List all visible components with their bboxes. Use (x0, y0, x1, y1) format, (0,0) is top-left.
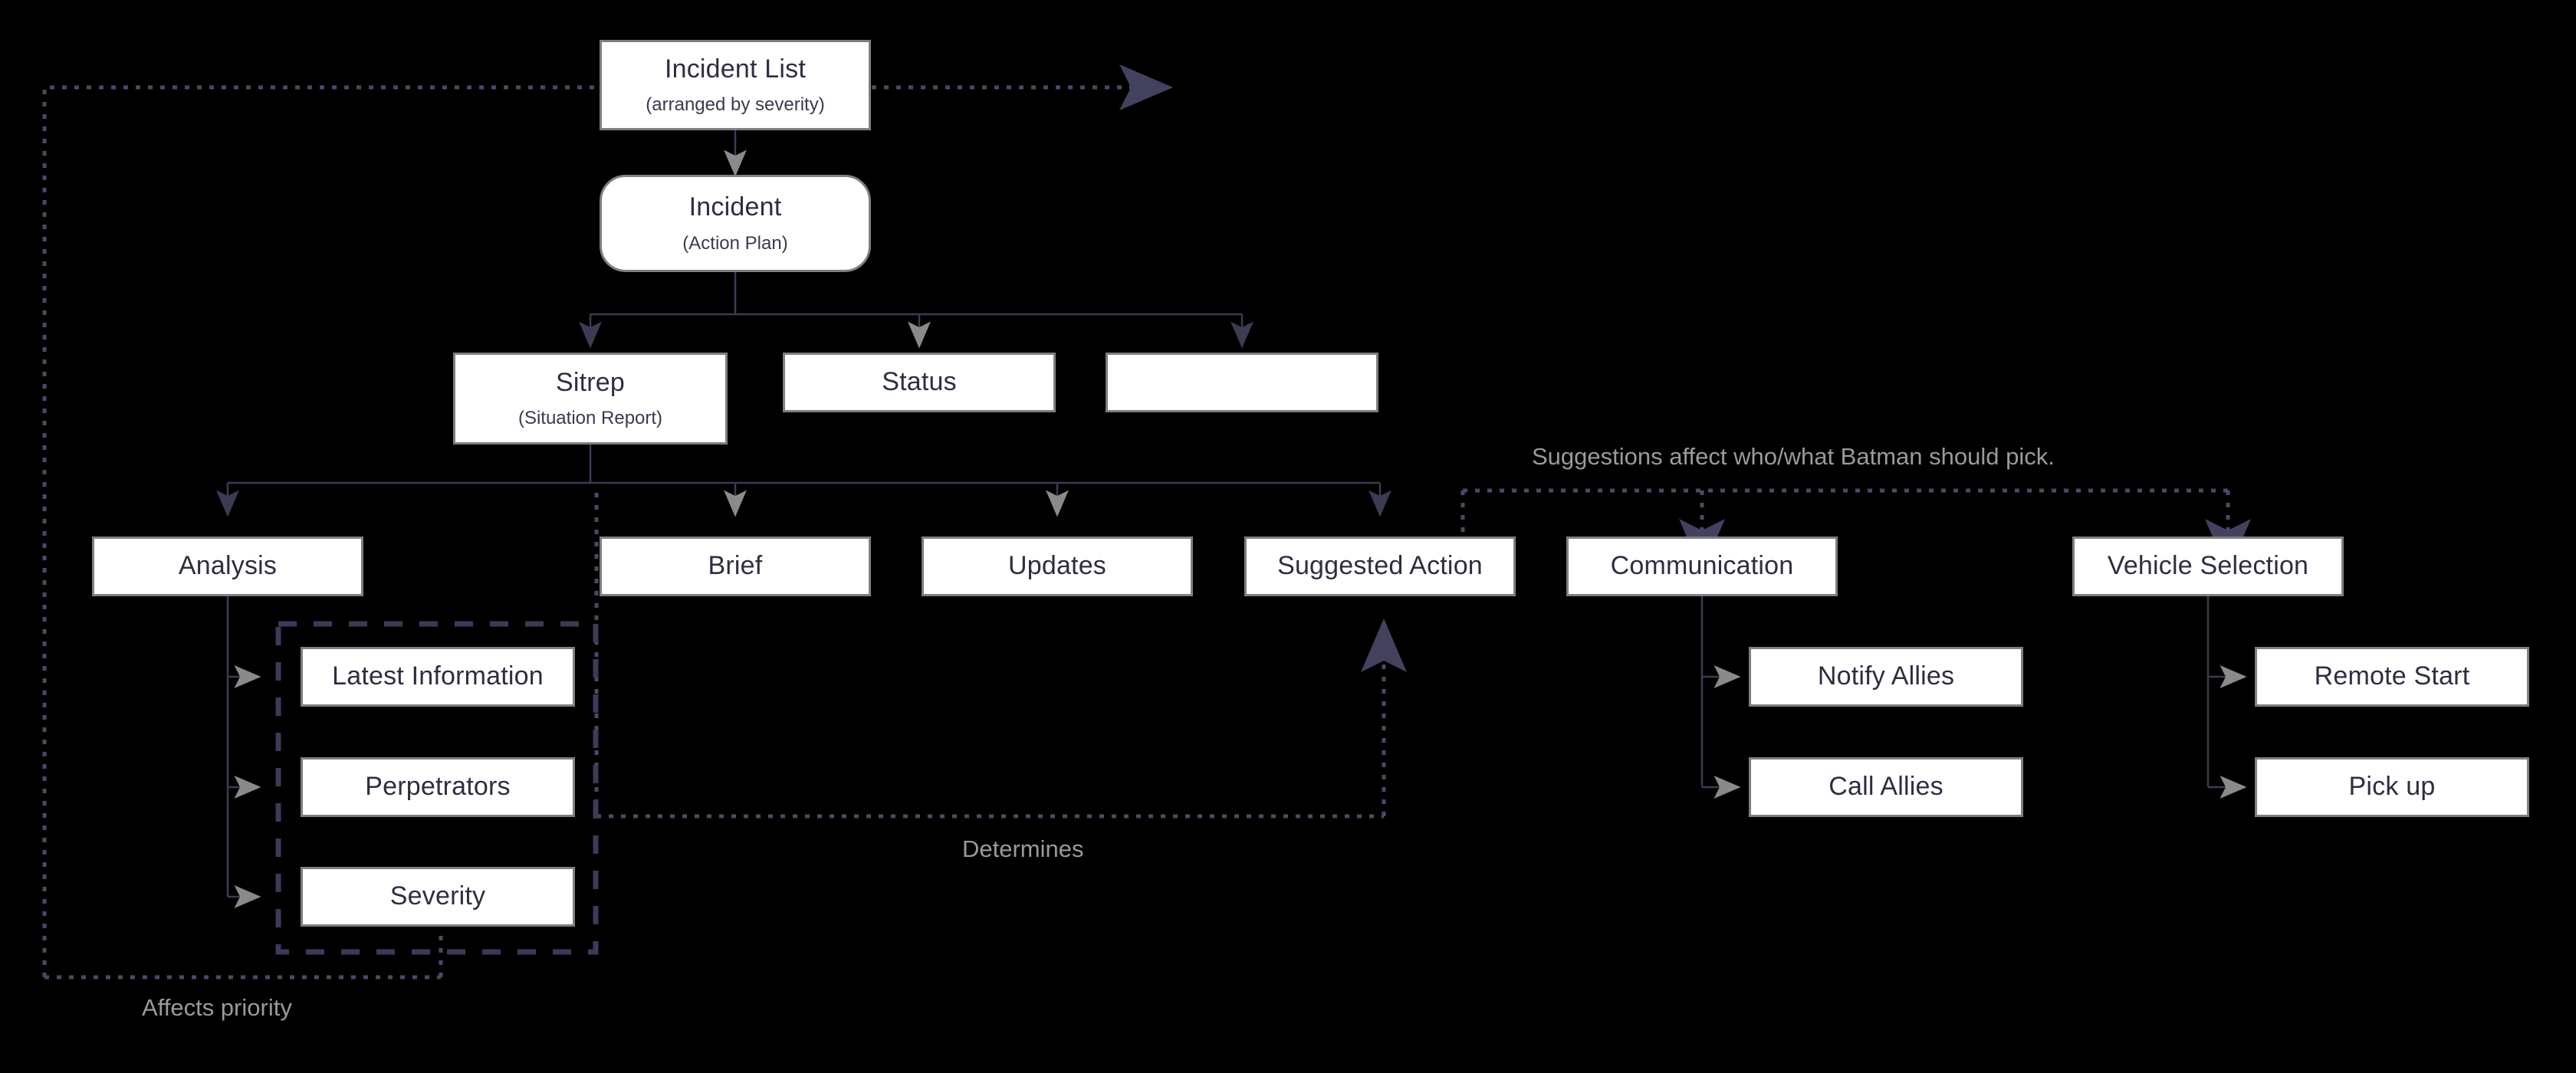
flowchart-canvas: Incident List (arranged by severity) Inc… (0, 0, 2576, 1073)
node-status[interactable]: Status (783, 353, 1056, 412)
node-pick-up[interactable]: Pick up (2255, 757, 2529, 817)
node-communication[interactable]: Communication (1566, 536, 1838, 596)
node-title: Pick up (2348, 772, 2436, 802)
node-title: Latest Information (332, 661, 544, 691)
node-brief[interactable]: Brief (600, 536, 871, 596)
node-title: Status (882, 367, 957, 397)
node-incident[interactable]: Incident (Action Plan) (600, 175, 871, 272)
node-subtitle: (Action Plan) (682, 232, 788, 254)
node-updates[interactable]: Updates (922, 536, 1193, 596)
node-title: Analysis (178, 551, 278, 581)
node-title: Suggested Action (1277, 551, 1483, 581)
node-title: Perpetrators (365, 772, 511, 802)
node-title: Vehicle Selection (2107, 551, 2309, 581)
node-latest-information[interactable]: Latest Information (301, 647, 575, 707)
node-title: Remote Start (2314, 661, 2470, 691)
node-title: Sitrep (555, 367, 626, 397)
caption-suggestions-affect: Suggestions affect who/what Batman shoul… (1532, 443, 2055, 470)
node-title: Severity (389, 881, 486, 911)
node-title: Incident (688, 192, 782, 222)
node-call-allies[interactable]: Call Allies (1749, 757, 2023, 817)
node-title: Notify Allies (1817, 661, 1955, 691)
node-title: Call Allies (1829, 772, 1944, 802)
node-incident-list[interactable]: Incident List (arranged by severity) (600, 40, 871, 130)
node-remote-start[interactable]: Remote Start (2255, 647, 2529, 707)
node-title: Brief (708, 551, 763, 581)
node-subtitle: (Situation Report) (518, 408, 663, 429)
node-suggested-action[interactable]: Suggested Action (1244, 536, 1516, 596)
node-notify-allies[interactable]: Notify Allies (1749, 647, 2023, 707)
caption-affects-priority: Affects priority (142, 994, 292, 1021)
node-unnamed[interactable] (1106, 353, 1378, 412)
node-vehicle-selection[interactable]: Vehicle Selection (2072, 536, 2344, 596)
node-analysis[interactable]: Analysis (92, 536, 363, 596)
node-title: Updates (1007, 551, 1107, 581)
node-title: Communication (1610, 551, 1794, 581)
node-perpetrators[interactable]: Perpetrators (301, 757, 575, 817)
node-title: Incident List (664, 54, 807, 84)
node-sitrep[interactable]: Sitrep (Situation Report) (453, 353, 728, 445)
caption-determines: Determines (962, 835, 1084, 862)
node-severity[interactable]: Severity (301, 867, 575, 927)
node-subtitle: (arranged by severity) (646, 94, 825, 116)
